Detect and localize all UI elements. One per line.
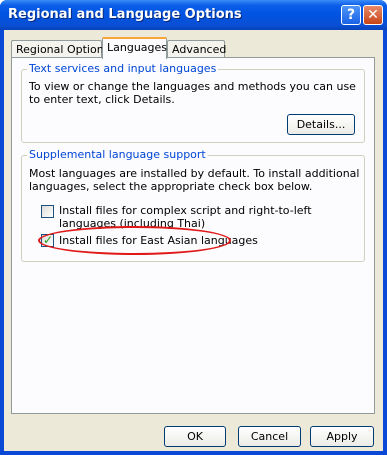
- tab-advanced[interactable]: Advanced: [167, 40, 227, 58]
- tab-label: Regional Options: [16, 43, 110, 56]
- text-services-description: To view or change the languages and meth…: [29, 80, 356, 106]
- close-button[interactable]: ✕: [363, 5, 383, 25]
- text-services-group: Text services and input languages To vie…: [21, 62, 365, 143]
- title-bar[interactable]: Regional and Language Options ? ✕: [0, 0, 387, 30]
- supplemental-description: Most languages are installed by default.…: [29, 167, 360, 193]
- cancel-button[interactable]: Cancel: [238, 426, 301, 447]
- complex-script-checkbox[interactable]: [41, 205, 54, 218]
- tab-label: Languages: [107, 41, 168, 54]
- help-icon: ?: [346, 7, 356, 23]
- tab-regional-options[interactable]: Regional Options: [11, 40, 109, 58]
- window-title: Regional and Language Options: [8, 7, 242, 22]
- apply-button[interactable]: Apply: [310, 426, 374, 447]
- details-button[interactable]: Details...: [287, 114, 355, 135]
- ok-button[interactable]: OK: [164, 426, 226, 447]
- help-button[interactable]: ?: [341, 5, 361, 25]
- tab-label: Advanced: [172, 43, 227, 56]
- dialog-window: Regional and Language Options ? ✕ Region…: [0, 0, 387, 455]
- tab-languages[interactable]: Languages: [102, 37, 167, 59]
- supplemental-legend: Supplemental language support: [27, 148, 208, 161]
- close-icon: ✕: [367, 7, 379, 23]
- text-services-legend: Text services and input languages: [27, 62, 219, 75]
- annotation-highlight-ellipse: [38, 226, 231, 255]
